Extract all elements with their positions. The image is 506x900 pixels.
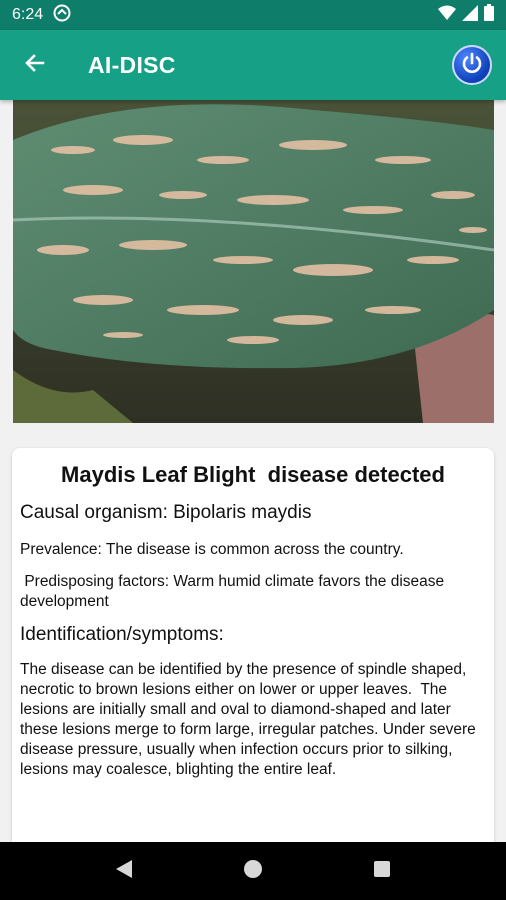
causal-organism: Causal organism: Bipolaris maydis	[20, 502, 312, 523]
back-button[interactable]	[0, 30, 70, 100]
nav-recents-button[interactable]	[352, 842, 412, 900]
prevalence-text: Prevalence: The disease is common across…	[20, 541, 404, 558]
symptoms-text: The disease can be identified by the pre…	[20, 661, 481, 778]
recents-nav-icon	[373, 860, 391, 883]
nav-home-button[interactable]	[223, 842, 283, 900]
power-button[interactable]	[452, 45, 492, 85]
signal-icon	[462, 4, 478, 26]
content-scroll-area[interactable]: Maydis Leaf Blight disease detected Caus…	[0, 100, 506, 842]
leaf-disease-photo	[13, 100, 494, 423]
back-nav-icon	[115, 859, 133, 884]
sync-icon	[53, 4, 71, 27]
disease-title: Maydis Leaf Blight disease detected	[61, 462, 445, 487]
predisposing-factors-text: Predisposing factors: Warm humid climate…	[20, 573, 449, 610]
battery-icon	[484, 4, 494, 26]
status-time: 6:24	[12, 6, 44, 23]
wifi-icon	[438, 5, 456, 26]
status-bar: 6:24	[0, 0, 506, 30]
arrow-left-icon	[23, 51, 47, 80]
app-bar: AI-DISC	[0, 30, 506, 100]
symptoms-heading: Identification/symptoms:	[20, 624, 224, 645]
power-icon	[460, 51, 484, 80]
home-nav-icon	[243, 859, 263, 884]
navigation-bar	[0, 842, 506, 900]
nav-back-button[interactable]	[94, 842, 154, 900]
disease-info-card: Maydis Leaf Blight disease detected Caus…	[12, 448, 494, 842]
app-title: AI-DISC	[88, 51, 176, 78]
